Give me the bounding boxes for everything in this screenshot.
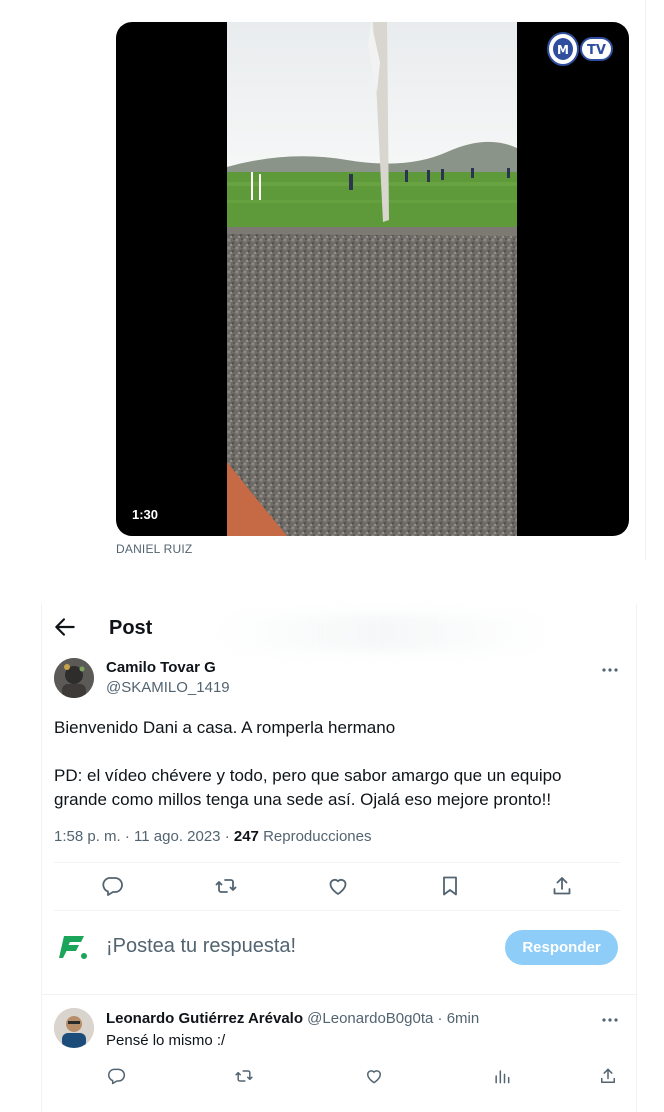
like-button[interactable] [326,874,350,898]
video-thumbnail [227,22,517,536]
logo-text: TV [587,43,606,58]
post-time[interactable]: 1:58 p. m. [54,828,121,845]
more-horizontal-icon [600,660,620,680]
author-name[interactable]: Camilo Tovar G [106,659,216,676]
share-button[interactable] [550,874,574,898]
repost-button[interactable] [214,874,238,898]
header-backdrop [212,614,552,652]
reply-button[interactable] [100,874,124,898]
column-divider [645,0,646,560]
reply-reply-button[interactable] [106,1066,126,1086]
reply-time[interactable]: 6min [447,1010,480,1027]
reply-action-bar [106,1066,622,1088]
logo-badge-text: M [557,43,569,57]
divider [54,862,620,863]
repost-icon [214,874,238,898]
repost-icon [234,1066,254,1086]
post-more-button[interactable] [600,660,620,680]
bookmark-button[interactable] [438,874,462,898]
video-duration: 1:30 [132,507,159,522]
post-detail-panel: Post Camilo Tovar G @SKAMILO_1419 Bienve… [41,604,637,1112]
post-meta: 1:58 p. m. · 11 ago. 2023 · 247 Reproduc… [54,828,371,845]
reply-text: Pensé lo mismo :/ [106,1032,226,1049]
meta-separator: · [124,828,130,845]
share-icon [598,1066,618,1086]
post-text-line: grande como millos tenga una sede así. O… [54,790,552,809]
reply-header: Leonardo Gutiérrez Arévalo @LeonardoB0g0… [106,1010,479,1027]
reply-author-handle[interactable]: @LeonardoB0g0ta [307,1010,433,1027]
post-text-line: Bienvenido Dani a casa. A romperla herma… [54,718,396,737]
page-title: Post [109,617,153,639]
reply-more-button[interactable] [600,1010,620,1030]
meta-separator: · [224,828,230,845]
reply-avatar[interactable] [54,1008,94,1048]
views-count: 247 [233,828,259,845]
video-player[interactable]: M TV 1:30 [116,22,629,536]
reply-share-button[interactable] [598,1066,618,1086]
reply-post[interactable]: Leonardo Gutiérrez Arévalo @LeonardoB0g0… [42,1002,636,1112]
author-avatar[interactable] [54,658,94,698]
analytics-icon [492,1066,512,1086]
comment-icon [106,1066,126,1086]
views-label: Reproducciones [263,828,372,845]
heart-icon [326,874,350,898]
divider [54,910,620,911]
reply-author-name[interactable]: Leonardo Gutiérrez Arévalo [106,1010,303,1027]
back-button[interactable] [52,614,78,640]
divider [42,994,636,995]
bookmark-icon [438,874,462,898]
reply-input[interactable]: ¡Postea tu respuesta! [106,935,296,958]
f-logo-icon [56,930,90,964]
post-action-bar [54,874,620,900]
reply-repost-button[interactable] [234,1066,254,1086]
more-horizontal-icon [600,1010,620,1030]
post-text-line: PD: el vídeo chévere y todo, pero que sa… [54,766,562,785]
share-icon [550,874,574,898]
reply-views-button[interactable] [492,1066,512,1086]
author-handle[interactable]: @SKAMILO_1419 [106,679,230,696]
comment-icon [100,874,124,898]
respond-button[interactable]: Responder [505,930,618,965]
post-date[interactable]: 11 ago. 2023 [134,828,220,845]
video-credit: DANIEL RUIZ [116,542,193,556]
millonarios-tv-logo: M TV [545,28,615,70]
reply-like-button[interactable] [364,1066,384,1086]
arrow-left-icon [52,614,78,640]
meta-separator: · [437,1010,443,1027]
heart-icon [364,1066,384,1086]
post-header: Post [42,604,636,654]
